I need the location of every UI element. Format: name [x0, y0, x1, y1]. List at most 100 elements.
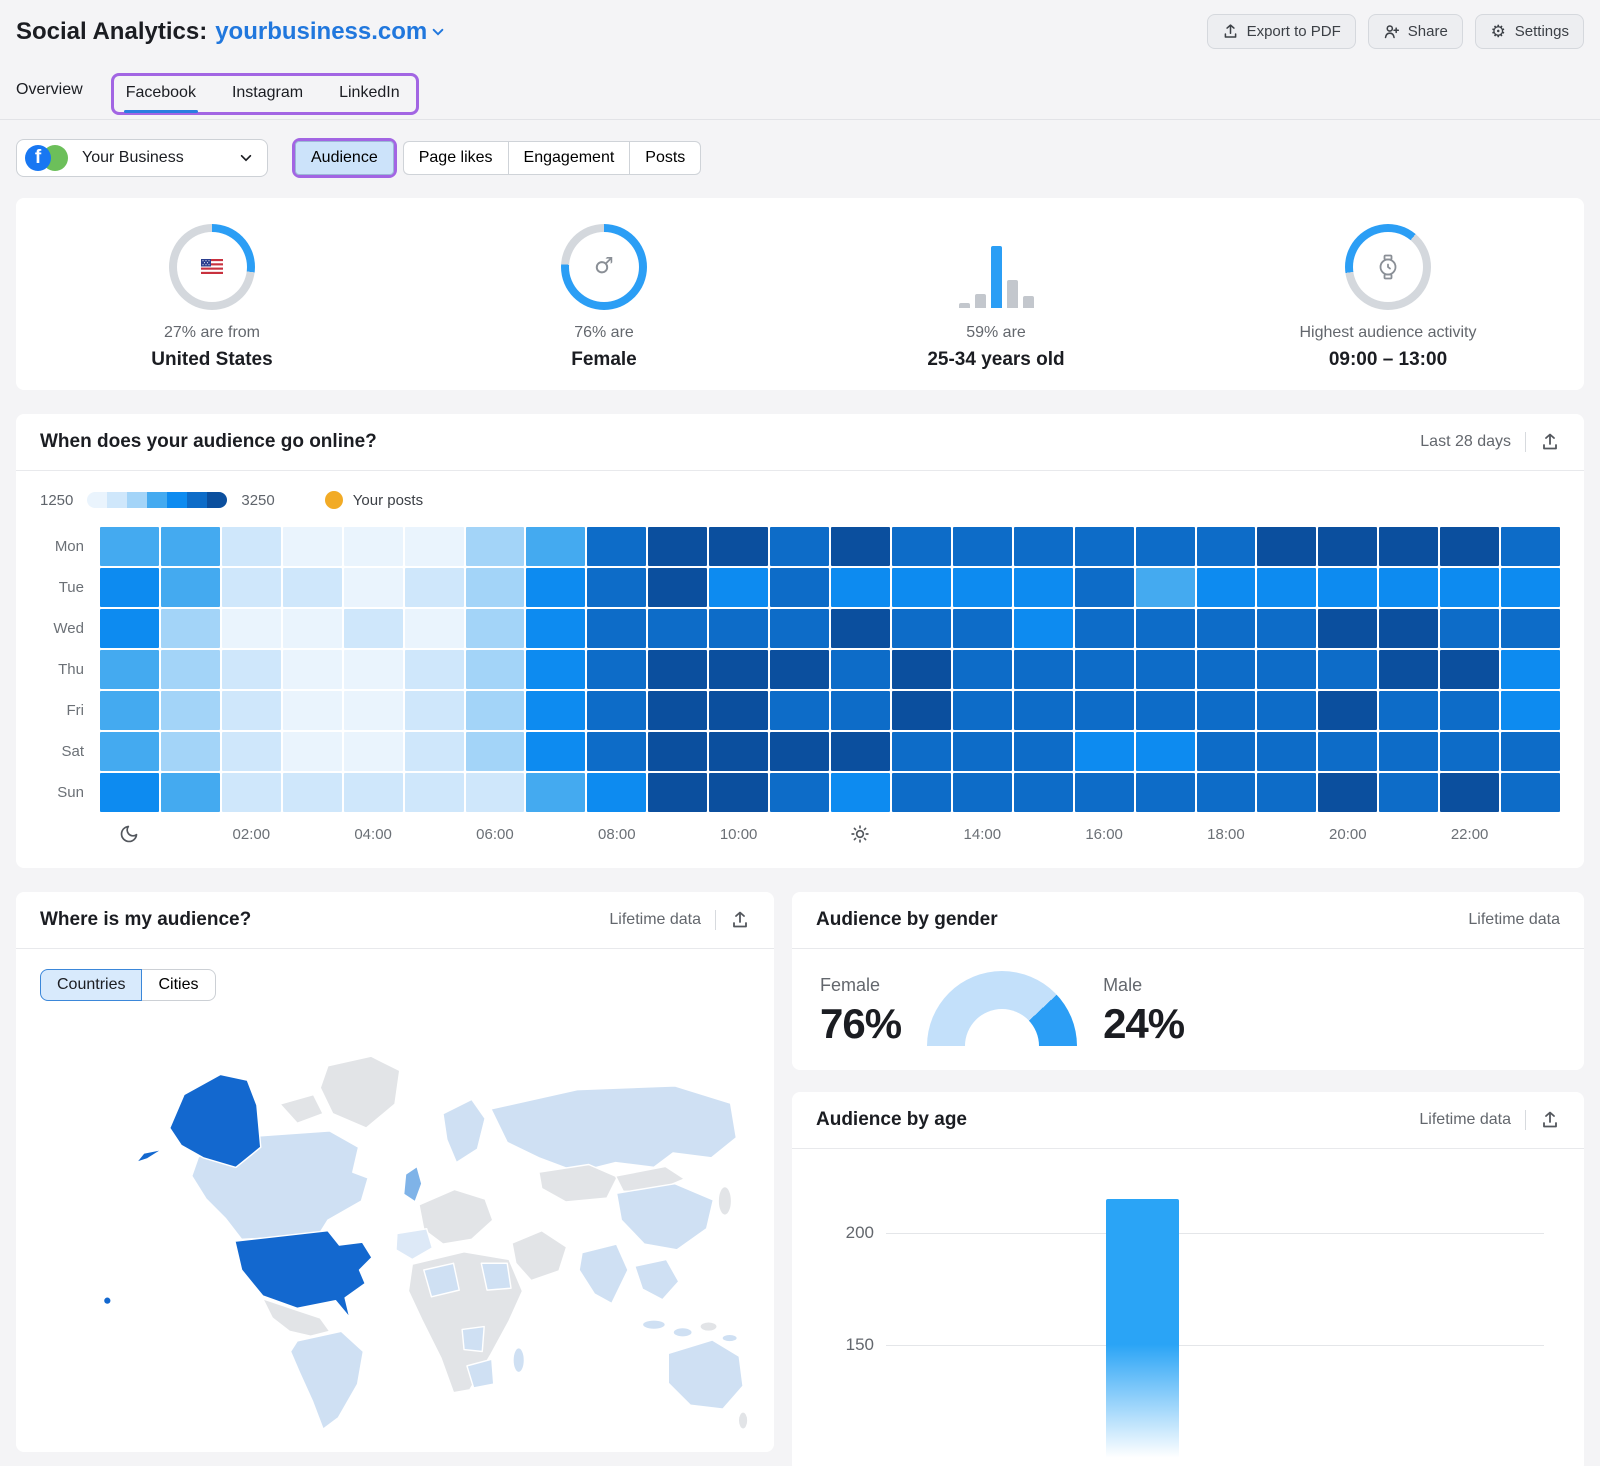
heatmap-cell[interactable] [892, 609, 951, 648]
heatmap-cell[interactable] [831, 568, 890, 607]
heatmap-cell[interactable] [283, 609, 342, 648]
heatmap-cell[interactable] [100, 609, 159, 648]
heatmap-cell[interactable] [1318, 568, 1377, 607]
heatmap-cell[interactable] [709, 773, 768, 812]
heatmap-cell[interactable] [100, 650, 159, 689]
heatmap-cell[interactable] [1440, 650, 1499, 689]
heatmap-cell[interactable] [405, 609, 464, 648]
heatmap-cell[interactable] [222, 691, 281, 730]
heatmap-cell[interactable] [344, 568, 403, 607]
heatmap-cell[interactable] [770, 732, 829, 771]
heatmap-cell[interactable] [770, 568, 829, 607]
heatmap-cell[interactable] [405, 691, 464, 730]
heatmap-cell[interactable] [283, 732, 342, 771]
subtab-audience[interactable]: Audience [295, 141, 394, 175]
heatmap-cell[interactable] [892, 568, 951, 607]
heatmap-cell[interactable] [283, 691, 342, 730]
heatmap-cell[interactable] [770, 527, 829, 566]
heatmap-cell[interactable] [1257, 773, 1316, 812]
heatmap-cell[interactable] [283, 527, 342, 566]
heatmap-cell[interactable] [953, 732, 1012, 771]
heatmap-cell[interactable] [648, 527, 707, 566]
heatmap-cell[interactable] [892, 691, 951, 730]
export-pdf-button[interactable]: Export to PDF [1207, 14, 1356, 49]
heatmap-cell[interactable] [709, 650, 768, 689]
heatmap-cell[interactable] [1318, 650, 1377, 689]
heatmap-cell[interactable] [466, 691, 525, 730]
heatmap-cell[interactable] [1440, 773, 1499, 812]
heatmap-cell[interactable] [1379, 773, 1438, 812]
heatmap-cell[interactable] [587, 732, 646, 771]
heatmap-cell[interactable] [648, 650, 707, 689]
heatmap-cell[interactable] [1014, 650, 1073, 689]
heatmap-cell[interactable] [1318, 609, 1377, 648]
heatmap-cell[interactable] [1014, 527, 1073, 566]
heatmap-cell[interactable] [161, 527, 220, 566]
heatmap-cell[interactable] [283, 568, 342, 607]
heatmap-cell[interactable] [526, 691, 585, 730]
heatmap-cell[interactable] [1501, 527, 1560, 566]
heatmap-cell[interactable] [283, 650, 342, 689]
heatmap-cell[interactable] [1379, 609, 1438, 648]
heatmap-cell[interactable] [709, 691, 768, 730]
heatmap-cell[interactable] [1318, 527, 1377, 566]
heatmap-cell[interactable] [587, 650, 646, 689]
heatmap-cell[interactable] [1257, 691, 1316, 730]
heatmap-cell[interactable] [100, 691, 159, 730]
heatmap-cell[interactable] [1440, 732, 1499, 771]
heatmap-cell[interactable] [1197, 691, 1256, 730]
heatmap-cell[interactable] [1501, 773, 1560, 812]
heatmap-cell[interactable] [648, 691, 707, 730]
heatmap-cell[interactable] [1501, 732, 1560, 771]
heatmap-cell[interactable] [953, 527, 1012, 566]
heatmap-cell[interactable] [1197, 732, 1256, 771]
heatmap-cell[interactable] [466, 732, 525, 771]
tab-linkedin[interactable]: LinkedIn [339, 84, 400, 102]
heatmap-cell[interactable] [222, 527, 281, 566]
heatmap-cell[interactable] [587, 568, 646, 607]
heatmap-cell[interactable] [1501, 609, 1560, 648]
heatmap-cell[interactable] [1075, 650, 1134, 689]
heatmap-cell[interactable] [344, 773, 403, 812]
heatmap-cell[interactable] [892, 773, 951, 812]
heatmap-cell[interactable] [1379, 650, 1438, 689]
heatmap-cell[interactable] [405, 527, 464, 566]
heatmap-cell[interactable] [1197, 650, 1256, 689]
heatmap-cell[interactable] [1075, 773, 1134, 812]
export-icon[interactable] [1540, 1110, 1560, 1130]
heatmap-cell[interactable] [1379, 527, 1438, 566]
heatmap-cell[interactable] [648, 773, 707, 812]
heatmap-cell[interactable] [100, 527, 159, 566]
heatmap-cell[interactable] [161, 609, 220, 648]
heatmap-cell[interactable] [1379, 691, 1438, 730]
heatmap-cell[interactable] [587, 609, 646, 648]
heatmap-cell[interactable] [831, 732, 890, 771]
heatmap-cell[interactable] [587, 527, 646, 566]
settings-button[interactable]: ⚙ Settings [1475, 14, 1584, 49]
heatmap-cell[interactable] [1501, 691, 1560, 730]
heatmap-cell[interactable] [1136, 691, 1195, 730]
heatmap-cell[interactable] [526, 732, 585, 771]
heatmap-cell[interactable] [1440, 691, 1499, 730]
heatmap-cell[interactable] [222, 773, 281, 812]
heatmap-cell[interactable] [709, 609, 768, 648]
heatmap-cell[interactable] [222, 609, 281, 648]
heatmap-cell[interactable] [1257, 568, 1316, 607]
heatmap-cell[interactable] [161, 650, 220, 689]
subtab-posts[interactable]: Posts [629, 141, 701, 175]
heatmap-cell[interactable] [709, 732, 768, 771]
cities-toggle[interactable]: Cities [142, 969, 215, 1001]
subtab-page-likes[interactable]: Page likes [403, 141, 508, 175]
heatmap-cell[interactable] [1014, 691, 1073, 730]
heatmap-cell[interactable] [466, 568, 525, 607]
heatmap-cell[interactable] [466, 650, 525, 689]
heatmap-cell[interactable] [1197, 568, 1256, 607]
tab-overview[interactable]: Overview [16, 81, 83, 111]
heatmap-cell[interactable] [1136, 732, 1195, 771]
heatmap-cell[interactable] [405, 773, 464, 812]
heatmap-cell[interactable] [953, 691, 1012, 730]
heatmap-cell[interactable] [344, 732, 403, 771]
heatmap-cell[interactable] [1075, 568, 1134, 607]
heatmap-cell[interactable] [953, 609, 1012, 648]
heatmap-cell[interactable] [526, 527, 585, 566]
